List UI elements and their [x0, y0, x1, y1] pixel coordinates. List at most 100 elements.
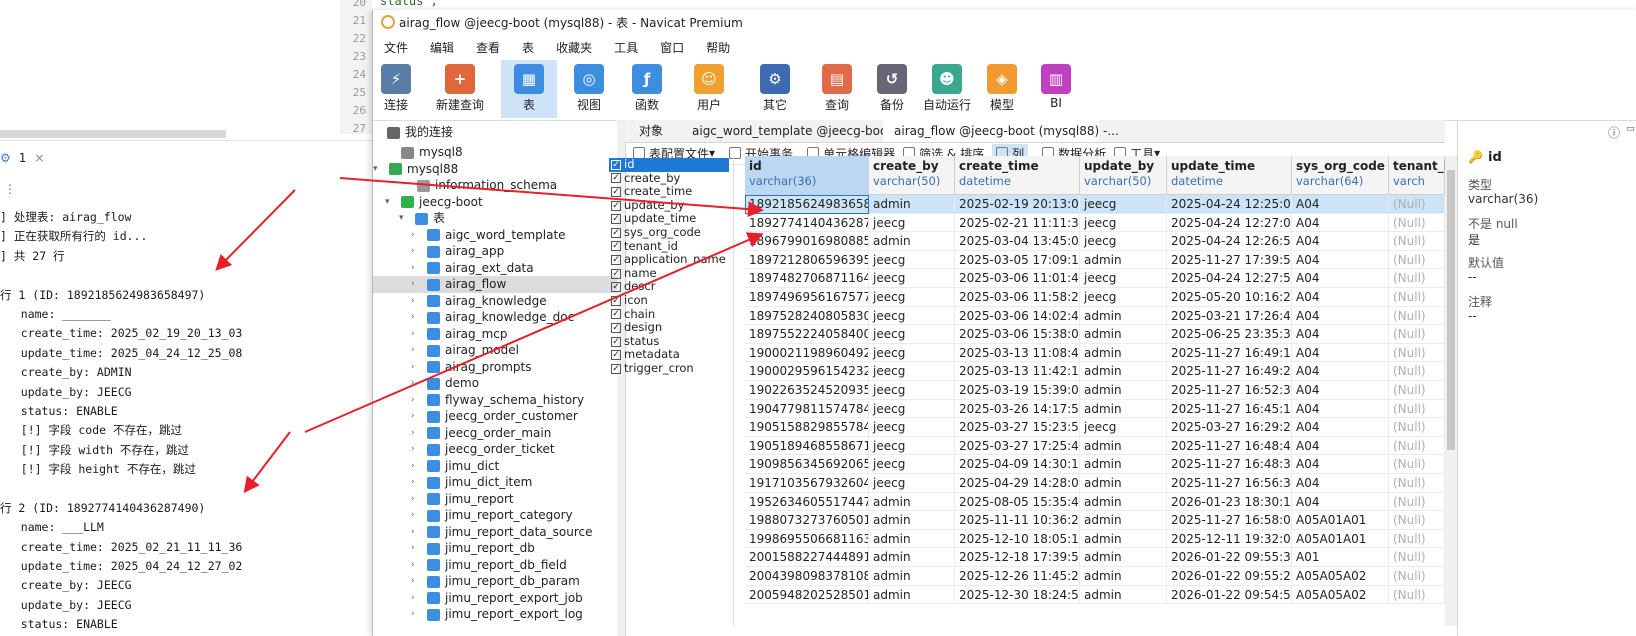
tree-item-table[interactable]: › jimu_report [411, 491, 514, 508]
table-cell[interactable]: 2025-04-24 12:27:02 [1167, 213, 1292, 233]
table-cell[interactable]: admin [1080, 474, 1167, 493]
table-cell[interactable]: jeecg [1080, 288, 1167, 307]
chevron-icon[interactable]: › [411, 540, 423, 557]
table-cell[interactable]: (Null) [1389, 213, 1445, 233]
checkbox[interactable]: ✓ [611, 241, 621, 252]
chevron-icon[interactable]: › [411, 243, 423, 260]
tree-item-table[interactable]: › airag_app [411, 243, 504, 260]
chevron-icon[interactable]: › [411, 392, 423, 409]
table-cell[interactable]: admin [869, 232, 955, 251]
toolbar-connect-button[interactable]: ⚡ 连接 [373, 60, 419, 118]
chevron-icon[interactable]: › [411, 309, 423, 326]
column-header-create_time[interactable]: create_time datetime [955, 156, 1080, 194]
field-item[interactable]: ✓ metadata [609, 348, 729, 362]
table-cell[interactable]: 2025-03-04 13:45:01 [955, 232, 1080, 251]
tree-item-table[interactable]: › jimu_report_db_field [411, 557, 567, 574]
table-cell[interactable]: 2026-01-22 09:55:27 [1167, 567, 1292, 586]
tree-item-table[interactable]: › jimu_report_export_log [411, 606, 583, 623]
table-cell[interactable]: jeecg [869, 455, 955, 474]
chevron-icon[interactable]: › [411, 590, 423, 607]
checkbox[interactable]: ✓ [611, 200, 621, 211]
toolbar-bi-button[interactable]: ▥ BI [1033, 60, 1079, 118]
table-row[interactable]: 2001588227444891650admin2025-12-18 17:39… [745, 548, 1445, 567]
toolbar-user-button[interactable]: ☺ 用户 [683, 60, 735, 118]
checkbox[interactable]: ✓ [611, 159, 621, 170]
chevron-icon[interactable]: › [411, 293, 423, 310]
table-cell[interactable]: 2025-12-30 18:24:55 [955, 585, 1080, 605]
tab-2[interactable]: airag_flow @jeecg-boot (mysql88) -... [883, 120, 1119, 142]
table-row[interactable]: 1897212806596395009jeecg2025-03-05 17:09… [745, 250, 1445, 270]
table-cell[interactable]: (Null) [1389, 418, 1445, 437]
table-row[interactable]: 1905158829855784962jeecg2025-03-27 15:23… [745, 418, 1445, 437]
tree-item-table[interactable]: › jimu_dict [411, 458, 499, 475]
tree-item-database[interactable]: ▾ jeecg-boot [385, 194, 483, 211]
table-cell[interactable]: admin [1080, 511, 1167, 530]
table-cell[interactable]: 1904779811574784002 [745, 399, 869, 419]
table-cell[interactable]: 2025-03-19 15:39:01 [955, 381, 1080, 400]
table-cell[interactable]: 1905189468558671874 [745, 436, 869, 456]
table-cell[interactable]: 2025-04-24 12:27:58 [1167, 269, 1292, 288]
tree-item-table[interactable]: › jimu_report_export_job [411, 590, 583, 607]
tree-item-table[interactable]: › airag_knowledge [411, 293, 547, 310]
table-cell[interactable]: jeecg [1080, 195, 1167, 214]
table-cell[interactable]: 2025-03-06 11:58:23 [955, 288, 1080, 307]
table-cell[interactable]: 2025-12-11 19:32:09 [1167, 529, 1292, 549]
toolbar-model-button[interactable]: ◈ 模型 [979, 60, 1025, 118]
table-cell[interactable]: jeecg [869, 436, 955, 456]
table-cell[interactable]: A04 [1292, 418, 1389, 437]
chevron-icon[interactable]: › [411, 326, 423, 343]
table-cell[interactable]: 2025-03-13 11:42:11 [955, 362, 1080, 381]
chevron-icon[interactable]: › [411, 606, 423, 623]
table-row[interactable]: 1892774140436287490jeecg2025-02-21 11:11… [745, 213, 1445, 233]
toolbar-query-button[interactable]: ▤ 查询 [811, 60, 863, 118]
field-item[interactable]: ✓ tenant_id [609, 239, 729, 254]
table-cell[interactable]: (Null) [1389, 436, 1445, 456]
table-cell[interactable]: 2025-12-18 17:39:56 [955, 548, 1080, 567]
table-cell[interactable]: 1892774140436287490 [745, 213, 869, 233]
table-cell[interactable]: 2025-04-29 14:28:03 [955, 474, 1080, 493]
table-cell[interactable]: admin [1080, 548, 1167, 567]
table-cell[interactable]: 2025-11-27 16:49:22 [1167, 362, 1292, 381]
table-cell[interactable]: A04 [1292, 343, 1389, 363]
tree-item-connection[interactable]: ▾ mysql88 [373, 161, 458, 178]
field-item[interactable]: ✓ descr [609, 280, 729, 294]
table-cell[interactable]: A04 [1292, 455, 1389, 474]
table-cell[interactable]: 2025-03-06 11:01:45 [955, 269, 1080, 288]
table-cell[interactable]: admin [869, 585, 955, 605]
column-header-update_time[interactable]: update_time datetime [1167, 156, 1292, 194]
field-item[interactable]: ✓ icon [609, 293, 729, 308]
toolbar-view-button[interactable]: ◎ 视图 [563, 60, 615, 118]
table-cell[interactable]: 2025-03-05 17:09:16 [955, 250, 1080, 270]
table-cell[interactable]: 1998695506681163777 [745, 529, 869, 549]
tree-item-table[interactable]: › aigc_word_template [411, 227, 566, 244]
table-cell[interactable]: (Null) [1389, 548, 1445, 567]
table-cell[interactable]: 2025-11-11 10:36:20 [955, 511, 1080, 530]
table-cell[interactable]: admin [1080, 362, 1167, 381]
table-cell[interactable]: admin [1080, 492, 1167, 512]
toolbar-table-button[interactable]: ▦ 表 [501, 60, 557, 118]
field-item[interactable]: ✓ application_name [609, 253, 729, 267]
table-cell[interactable]: (Null) [1389, 455, 1445, 474]
table-cell[interactable]: (Null) [1389, 567, 1445, 586]
table-row[interactable]: 1917103567932604417jeecg2025-04-29 14:28… [745, 474, 1445, 493]
table-cell[interactable]: jeecg [869, 306, 955, 326]
table-cell[interactable]: 2025-11-27 16:49:13 [1167, 343, 1292, 363]
chevron-icon[interactable]: › [411, 276, 423, 293]
field-item[interactable]: ✓ update_time [609, 212, 729, 226]
table-row[interactable]: 1988073273760501762admin2025-11-11 10:36… [745, 511, 1445, 530]
chevron-icon[interactable]: ▾ [399, 210, 411, 227]
table-cell[interactable]: admin [1080, 529, 1167, 549]
chevron-icon[interactable]: › [411, 342, 423, 359]
table-cell[interactable]: admin [869, 195, 955, 214]
table-cell[interactable]: 2026-01-22 09:55:35 [1167, 548, 1292, 567]
table-cell[interactable]: A04 [1292, 232, 1389, 251]
column-header-update_by[interactable]: update_by varchar(50) [1080, 156, 1167, 194]
table-cell[interactable]: 1897552224058400770 [745, 325, 869, 344]
chevron-icon[interactable]: › [411, 458, 423, 475]
column-header-sys_org_code[interactable]: sys_org_code varchar(64) [1292, 156, 1389, 194]
field-item[interactable]: ✓ name [609, 266, 729, 281]
checkbox[interactable]: ✓ [611, 295, 621, 306]
more-icon[interactable]: ⋮ [4, 182, 16, 196]
table-row[interactable]: 2004398098378108929admin2025-12-26 11:45… [745, 567, 1445, 586]
table-cell[interactable]: jeecg [869, 269, 955, 288]
